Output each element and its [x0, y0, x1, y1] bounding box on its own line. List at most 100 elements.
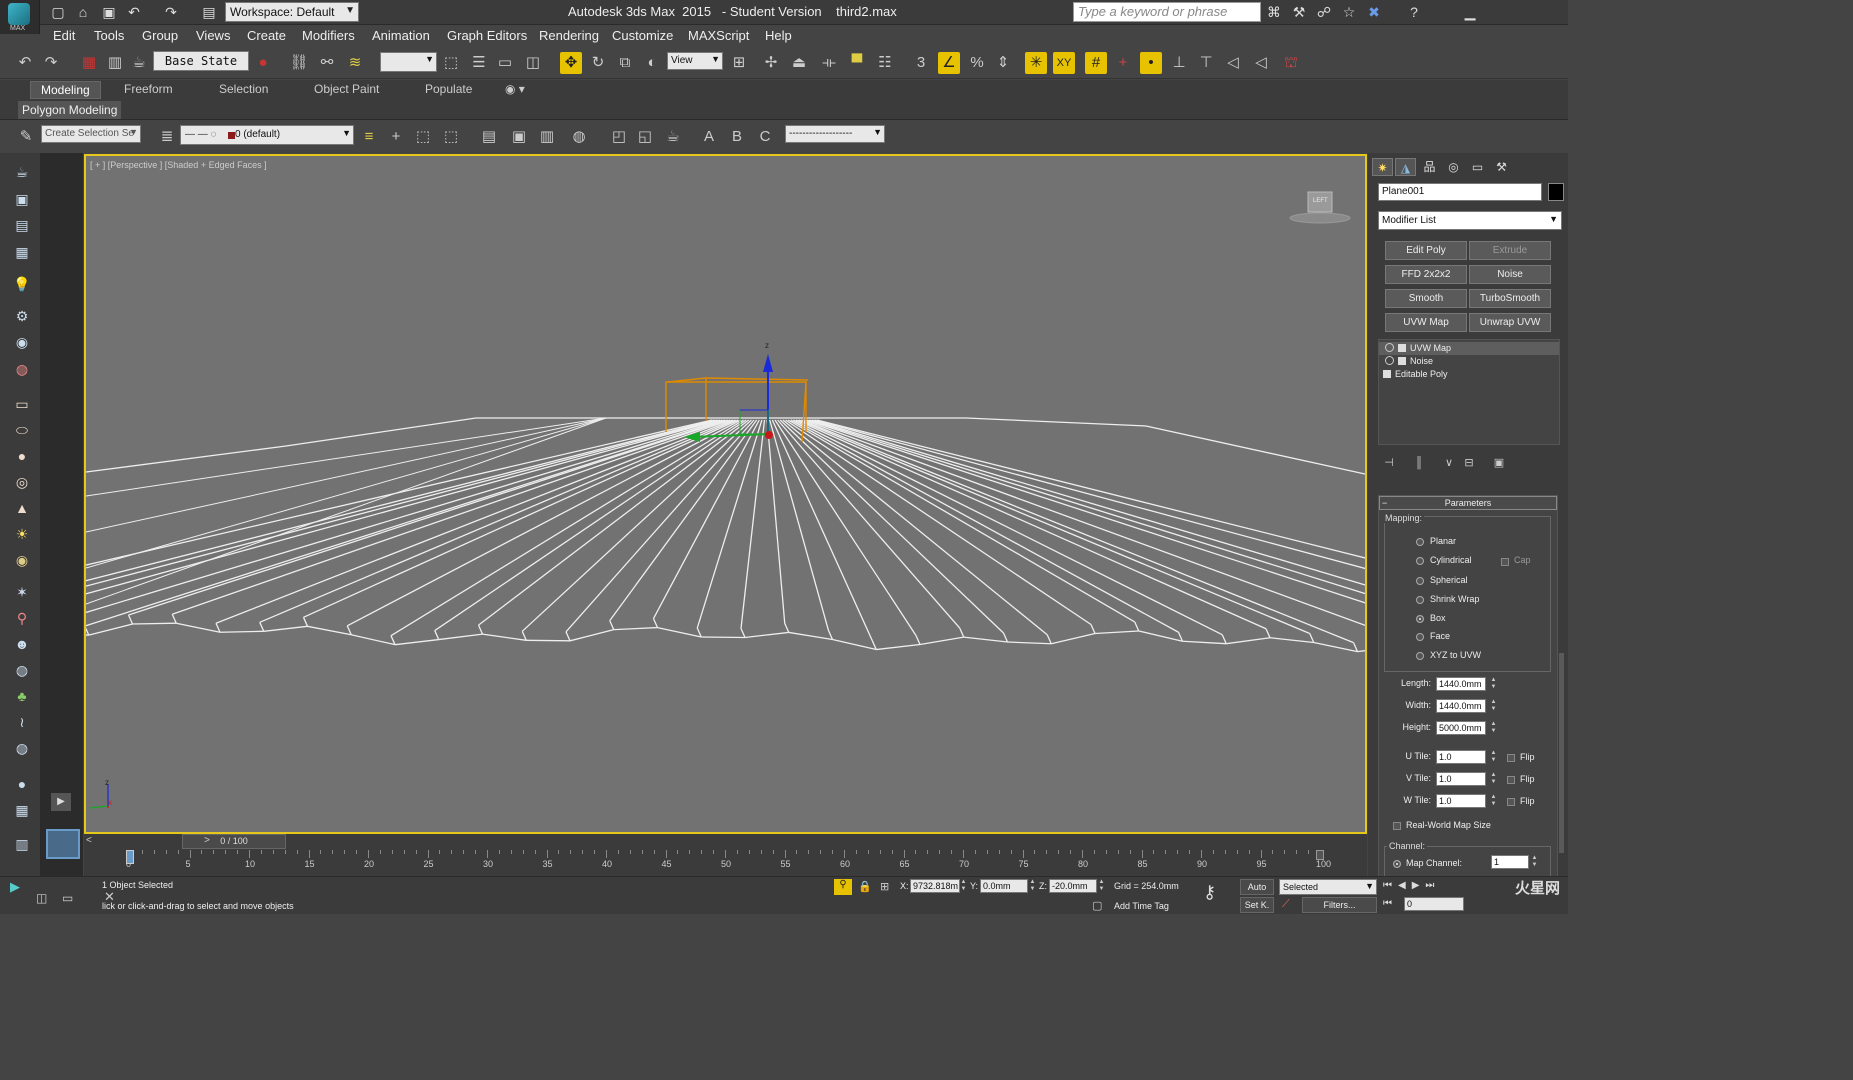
height-field[interactable]: 5000.0mm: [1436, 721, 1486, 735]
layer-manager-icon[interactable]: ☷: [874, 52, 896, 74]
viewport-layout-thumbnail[interactable]: [46, 829, 80, 859]
align-icon[interactable]: ▀: [846, 52, 868, 74]
layers-icon[interactable]: ≣: [156, 126, 178, 148]
list-icon[interactable]: ▤: [11, 214, 33, 236]
u-tile-field[interactable]: 1.0: [1436, 750, 1486, 764]
scene-explorer-icon[interactable]: ▤: [478, 126, 500, 148]
schematic-view-icon[interactable]: ▥: [536, 126, 558, 148]
xyz-to-uvw-radio[interactable]: [1416, 652, 1424, 660]
x-coordinate-spinner[interactable]: ▲ ▼: [960, 879, 967, 893]
favorites-star-icon[interactable]: ☆: [1340, 3, 1358, 21]
container-b-icon[interactable]: B: [726, 126, 748, 148]
open-file-icon[interactable]: ⌂: [74, 3, 92, 21]
auto-key-button[interactable]: Auto: [1240, 879, 1274, 895]
communication-icon[interactable]: ☍: [1315, 3, 1333, 21]
torus-primitive-icon[interactable]: ◎: [11, 471, 33, 493]
cylinder-primitive-icon[interactable]: ⬭: [11, 419, 33, 441]
render-setup-icon[interactable]: ⛫: [1280, 52, 1302, 74]
minimize-window-button[interactable]: ▁: [1458, 3, 1482, 21]
teapot-icon[interactable]: ☕: [11, 161, 33, 183]
menu-views[interactable]: Views: [196, 28, 230, 43]
w-flip-checkbox[interactable]: [1507, 798, 1515, 806]
redo-icon[interactable]: ↷: [162, 3, 180, 21]
mirror-icon[interactable]: ⟛: [818, 52, 840, 74]
camera-icon[interactable]: ◉: [11, 331, 33, 353]
viewport-label[interactable]: [ + ] [Perspective ] [Shaded + Edged Fac…: [90, 160, 267, 170]
snap-endpoint-icon[interactable]: ◁: [1222, 52, 1244, 74]
expand-viewport-button[interactable]: ▶: [51, 793, 71, 811]
snap-perpendicular-icon[interactable]: ⊥: [1168, 52, 1190, 74]
display-tab-icon[interactable]: ▭: [1467, 158, 1488, 176]
menu-graph-editors[interactable]: Graph Editors: [447, 28, 527, 43]
snap-pivot-icon[interactable]: •: [1140, 52, 1162, 74]
utilities-tab-icon[interactable]: ⚒: [1491, 158, 1512, 176]
select-manipulate-icon[interactable]: ✢: [760, 52, 782, 74]
sphere-shaded-icon[interactable]: ●: [11, 773, 33, 795]
undo-icon[interactable]: ↶: [125, 3, 143, 21]
key-mode-icon[interactable]: ⟋: [1282, 898, 1290, 911]
stack-item-noise[interactable]: Noise: [1379, 355, 1559, 368]
geosphere-icon[interactable]: ◉: [11, 549, 33, 571]
grid-list-icon[interactable]: ▦: [11, 241, 33, 263]
container-c-icon[interactable]: C: [754, 126, 776, 148]
hierarchy-tab-icon[interactable]: 品: [1419, 158, 1440, 176]
menu-tools[interactable]: Tools: [94, 28, 124, 43]
tab-modeling[interactable]: Modeling: [30, 81, 101, 99]
tab-object-paint[interactable]: Object Paint: [314, 82, 379, 96]
teapot-icon[interactable]: ☕: [128, 52, 150, 74]
expand-icon[interactable]: [1398, 357, 1406, 365]
compact-state-icon[interactable]: ▥: [104, 52, 126, 74]
v-flip-checkbox[interactable]: [1507, 776, 1515, 784]
create-tab-icon[interactable]: ✷: [1372, 158, 1393, 176]
light-bulb-icon[interactable]: 💡: [11, 273, 33, 295]
snap-tangent-icon[interactable]: ⊤: [1195, 52, 1217, 74]
menu-maxscript[interactable]: MAXScript: [688, 28, 749, 43]
set-current-layer-icon[interactable]: ⬚: [440, 126, 462, 148]
v-tile-field[interactable]: 1.0: [1436, 772, 1486, 786]
particle-icon[interactable]: ✶: [11, 581, 33, 603]
select-rotate-icon[interactable]: ↻: [587, 52, 609, 74]
sphere-primitive-icon[interactable]: ●: [11, 445, 33, 467]
map-channel-field[interactable]: 1: [1491, 855, 1529, 869]
real-world-map-size-checkbox[interactable]: [1393, 822, 1401, 830]
key-filter-dropdown[interactable]: Selected ▼: [1279, 879, 1377, 895]
face-radio[interactable]: [1416, 633, 1424, 641]
hair-icon[interactable]: ≀: [11, 711, 33, 733]
track-bar[interactable]: 0 5 10 15 20 25 30 35 40 45 50 55 60 65 70 75 80 85 90 95 10…: [84, 850, 1367, 876]
snap-midpoint-icon[interactable]: ◁: [1250, 52, 1272, 74]
spherical-radio[interactable]: [1416, 577, 1424, 585]
viewcube-face-label[interactable]: LEFT: [1313, 198, 1328, 204]
w-tile-spinner[interactable]: ▲ ▼: [1490, 794, 1497, 808]
state-sets-icon[interactable]: ▦: [78, 52, 100, 74]
window-crossing-icon[interactable]: ◫: [522, 52, 544, 74]
binoculars-icon[interactable]: ⌘: [1265, 3, 1283, 21]
menu-group[interactable]: Group: [142, 28, 178, 43]
link-icon[interactable]: ⛓: [288, 52, 310, 74]
spinner-snap-icon[interactable]: ⇕: [992, 52, 1014, 74]
time-cursor[interactable]: [126, 850, 134, 864]
key-icon[interactable]: ⚷: [1203, 882, 1216, 903]
modifier-list-dropdown[interactable]: Modifier List ▼: [1378, 211, 1562, 230]
keyboard-shortcut-override-icon[interactable]: ⏏: [788, 52, 810, 74]
edit-named-selection-icon[interactable]: ✎: [15, 126, 37, 148]
key-filters-button[interactable]: Filters...: [1302, 897, 1377, 913]
new-file-icon[interactable]: ▢: [49, 3, 67, 21]
workspace-dropdown[interactable]: Workspace: Default ▼: [225, 2, 359, 22]
pin-stack-icon[interactable]: ⊣: [1380, 455, 1398, 471]
select-in-layer-icon[interactable]: ⬚: [412, 126, 434, 148]
z-coordinate-spinner[interactable]: ▲ ▼: [1098, 879, 1105, 893]
reference-coordinate-dropdown[interactable]: View ▼: [667, 52, 723, 70]
percent-snap-icon[interactable]: %: [966, 52, 988, 74]
undo-icon[interactable]: ↶: [14, 52, 36, 74]
rendered-frame-window-icon[interactable]: ◱: [634, 126, 656, 148]
selection-lock-icon[interactable]: ▭: [62, 891, 73, 905]
menu-customize[interactable]: Customize: [612, 28, 673, 43]
snap-edge-icon[interactable]: +: [1112, 52, 1134, 74]
search-input[interactable]: Type a keyword or phrase: [1073, 2, 1261, 22]
foliage-icon[interactable]: ♣: [11, 685, 33, 707]
cap-checkbox[interactable]: [1501, 558, 1509, 566]
map-channel-radio[interactable]: [1393, 860, 1401, 868]
subscription-icon[interactable]: ⚒: [1290, 3, 1308, 21]
render-production-icon[interactable]: ☕: [662, 126, 684, 148]
render-frame-icon[interactable]: ◰: [608, 126, 630, 148]
